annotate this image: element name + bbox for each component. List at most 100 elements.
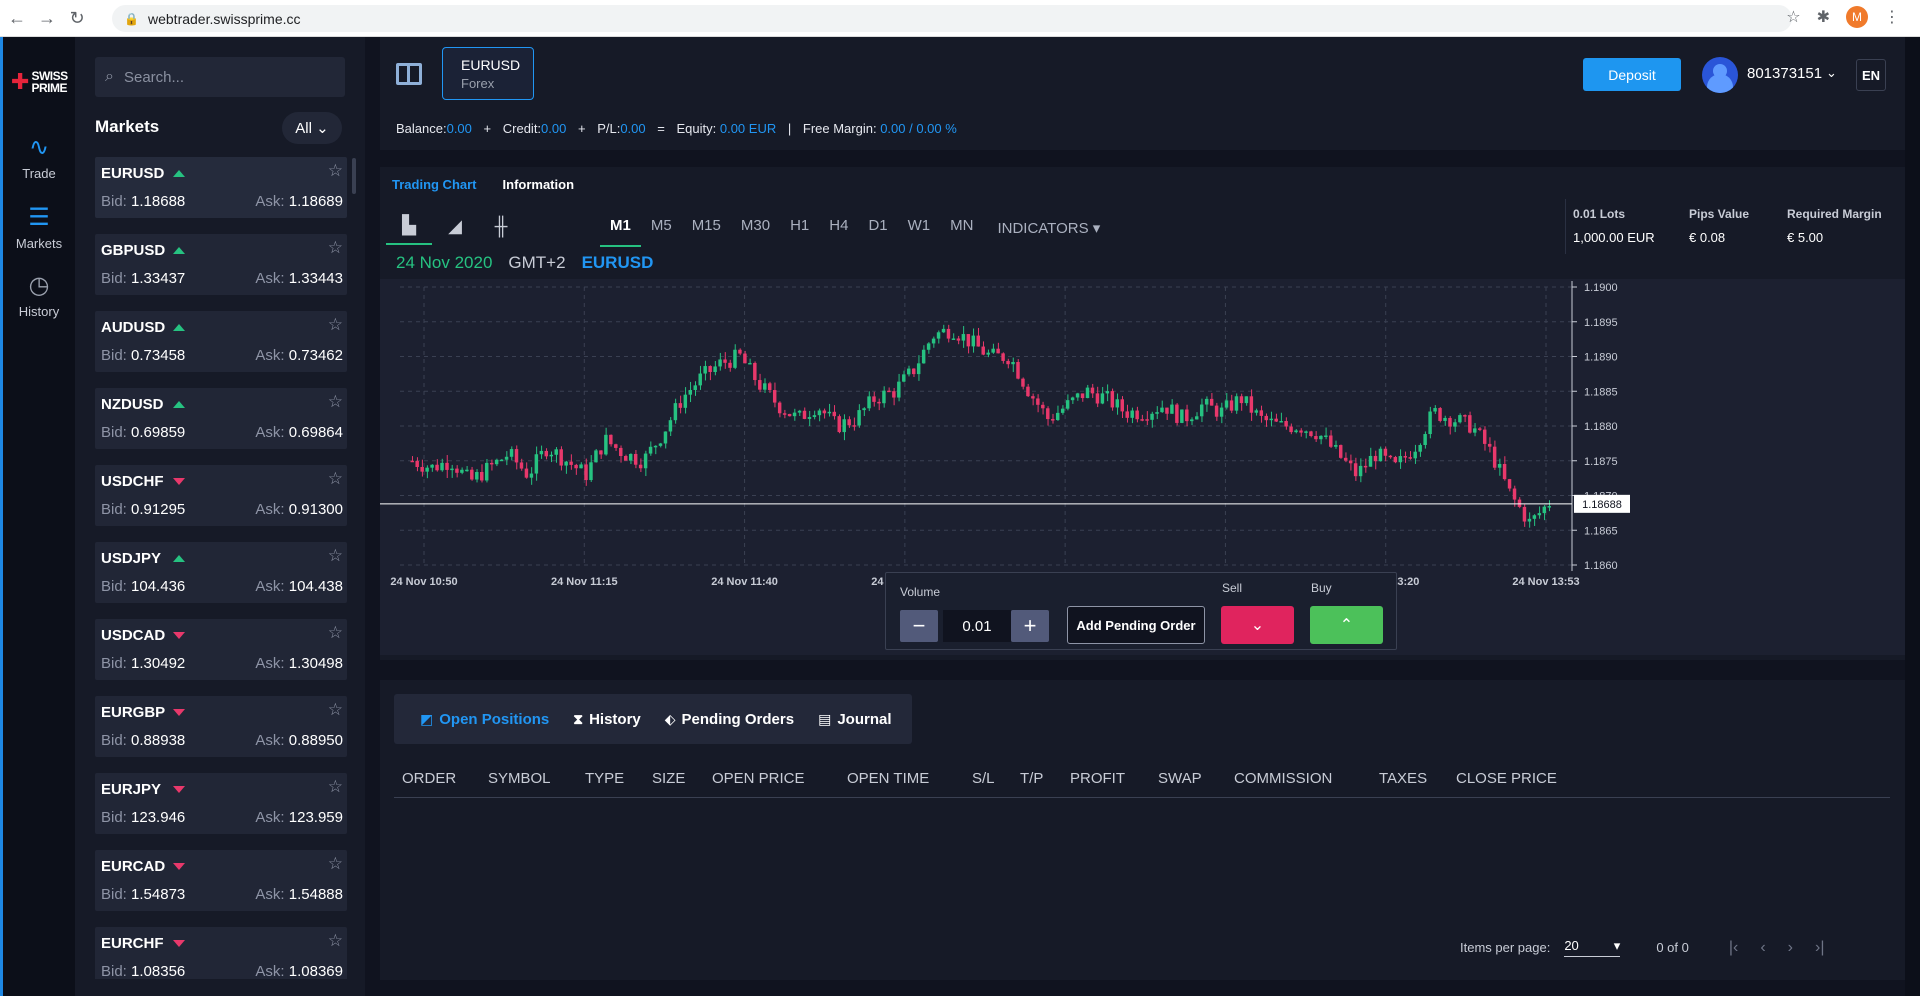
volume-decrease-button[interactable]: − [900,610,938,642]
first-page-icon[interactable]: |‹ [1729,939,1738,957]
tab-journal[interactable]: ▤ Journal [818,711,891,728]
candle-body [480,472,484,481]
address-bar[interactable]: 🔒 webtrader.swissprime.cc [112,5,1792,32]
reload-icon[interactable]: ↻ [64,5,90,31]
candle-body [832,411,837,417]
candle-body [579,464,583,469]
column-header-taxes[interactable]: TAXES [1379,770,1427,787]
back-icon[interactable]: ← [4,5,30,31]
candle-body [812,415,817,418]
favorite-star-icon[interactable]: ☆ [328,931,343,951]
symbol-tab-eurusd[interactable]: EURUSD Forex [442,47,534,100]
timeframe-d1[interactable]: D1 [858,209,897,247]
timeframe-mn[interactable]: MN [940,209,983,247]
candlestick-chart-icon[interactable]: ▙ [386,207,432,245]
market-card-nzdusd[interactable]: NZDUSD ☆ Bid: 0.69859 Ask: 0.69864 [95,388,347,449]
next-page-icon[interactable]: › [1788,939,1793,957]
market-card-gbpusd[interactable]: GBPUSD ☆ Bid: 1.33437 Ask: 1.33443 [95,234,347,295]
deposit-button[interactable]: Deposit [1583,58,1681,91]
favorite-star-icon[interactable]: ☆ [328,854,343,874]
column-header-commission[interactable]: COMMISSION [1234,770,1332,787]
market-card-eurusd[interactable]: EURUSD ☆ Bid: 1.18688 Ask: 1.18689 [95,157,347,218]
extensions-icon[interactable]: ✱ [1817,7,1830,27]
volume-input[interactable]: 0.01 [943,610,1011,642]
favorite-star-icon[interactable]: ☆ [328,392,343,412]
user-avatar[interactable] [1702,57,1738,93]
timeframe-w1[interactable]: W1 [898,209,941,247]
favorite-star-icon[interactable]: ☆ [328,238,343,258]
favorite-star-icon[interactable]: ☆ [328,315,343,335]
column-header-profit[interactable]: PROFIT [1070,770,1125,787]
column-header-s-l[interactable]: S/L [972,770,995,787]
volume-increase-button[interactable]: + [1011,610,1049,642]
indicators-dropdown[interactable]: INDICATORS ▾ [997,219,1100,237]
browser-menu-icon[interactable]: ⋮ [1884,7,1900,27]
favorite-star-icon[interactable]: ☆ [328,546,343,566]
rail-history[interactable]: ◷ History [3,263,75,327]
bid-value: 0.73458 [131,347,186,364]
bar-chart-icon[interactable]: ╫ [478,207,524,245]
search-input[interactable]: ⌕ Search... [95,57,345,97]
favorite-star-icon[interactable]: ☆ [328,700,343,720]
rail-trade-label: Trade [22,166,56,181]
candle-body [499,459,504,462]
items-per-page-select[interactable]: 20 ▾ [1564,938,1621,957]
add-pending-order-button[interactable]: Add Pending Order [1067,606,1205,644]
tab-trading-chart[interactable]: Trading Chart [392,177,477,192]
timeframe-m5[interactable]: M5 [641,209,682,247]
last-page-icon[interactable]: ›| [1815,939,1824,957]
favorite-star-icon[interactable]: ☆ [328,777,343,797]
column-header-order[interactable]: ORDER [402,770,456,787]
rail-markets[interactable]: ☰ Markets [3,195,78,259]
column-header-size[interactable]: SIZE [652,770,685,787]
rail-trade[interactable]: ∿ Trade [3,125,75,189]
column-header-swap[interactable]: SWAP [1158,770,1202,787]
column-header-symbol[interactable]: SYMBOL [488,770,551,787]
favorite-star-icon[interactable]: ☆ [328,623,343,643]
markets-scrollbar[interactable] [352,158,356,194]
column-header-t-p[interactable]: T/P [1020,770,1043,787]
sell-button[interactable]: ⌄ [1221,606,1294,644]
column-header-close-price[interactable]: CLOSE PRICE [1456,770,1557,787]
buy-button[interactable]: ⌃ [1310,606,1383,644]
bookmark-star-icon[interactable]: ☆ [1786,7,1800,27]
candle-body [1130,410,1134,418]
market-card-eurgbp[interactable]: EURGBP ☆ Bid: 0.88938 Ask: 0.88950 [95,696,347,757]
prev-page-icon[interactable]: ‹ [1760,939,1765,957]
ask-value: 123.959 [288,809,343,826]
account-chevron-down-icon[interactable]: ⌄ [1826,65,1837,81]
favorite-star-icon[interactable]: ☆ [328,161,343,181]
column-header-open-time[interactable]: OPEN TIME [847,770,929,787]
timeframe-m1[interactable]: M1 [600,209,641,247]
market-card-audusd[interactable]: AUDUSD ☆ Bid: 0.73458 Ask: 0.73462 [95,311,347,372]
market-card-eurcad[interactable]: EURCAD ☆ Bid: 1.54873 Ask: 1.54888 [95,850,347,911]
tab-information[interactable]: Information [503,177,575,192]
layout-toggle-icon[interactable] [396,63,422,85]
market-card-eurchf[interactable]: EURCHF ☆ Bid: 1.08356 Ask: 1.08369 [95,927,347,979]
account-id[interactable]: 801373151 [1747,65,1822,82]
timeframe-m30[interactable]: M30 [731,209,780,247]
timeframe-m15[interactable]: M15 [682,209,731,247]
market-card-usdjpy[interactable]: USDJPY ☆ Bid: 104.436 Ask: 104.438 [95,542,347,603]
column-header-type[interactable]: TYPE [585,770,624,787]
market-card-eurjpy[interactable]: EURJPY ☆ Bid: 123.946 Ask: 123.959 [95,773,347,834]
forward-icon[interactable]: → [34,5,60,31]
column-header-open-price[interactable]: OPEN PRICE [712,770,805,787]
candle-body [544,450,549,457]
language-button[interactable]: EN [1856,59,1886,91]
timeframe-h1[interactable]: H1 [780,209,819,247]
tab-history[interactable]: ⧗ History [573,711,641,728]
pl-label: P/L: [597,121,621,136]
browser-profile-avatar[interactable]: M [1846,6,1868,28]
y-tick-label: 1.1860 [1584,560,1618,572]
market-filter-select[interactable]: All ⌄ [282,112,342,144]
favorite-star-icon[interactable]: ☆ [328,469,343,489]
market-card-usdchf[interactable]: USDCHF ☆ Bid: 0.91295 Ask: 0.91300 [95,465,347,526]
timeframe-h4[interactable]: H4 [819,209,858,247]
tab-pending-orders[interactable]: ⬖ Pending Orders [665,711,794,728]
market-card-usdcad[interactable]: USDCAD ☆ Bid: 1.30492 Ask: 1.30498 [95,619,347,680]
area-chart-icon[interactable]: ◢ [432,207,478,245]
candle-body [1100,393,1105,404]
tab-open-positions[interactable]: ◩ Open Positions [420,711,549,728]
candle-body [996,348,1000,354]
